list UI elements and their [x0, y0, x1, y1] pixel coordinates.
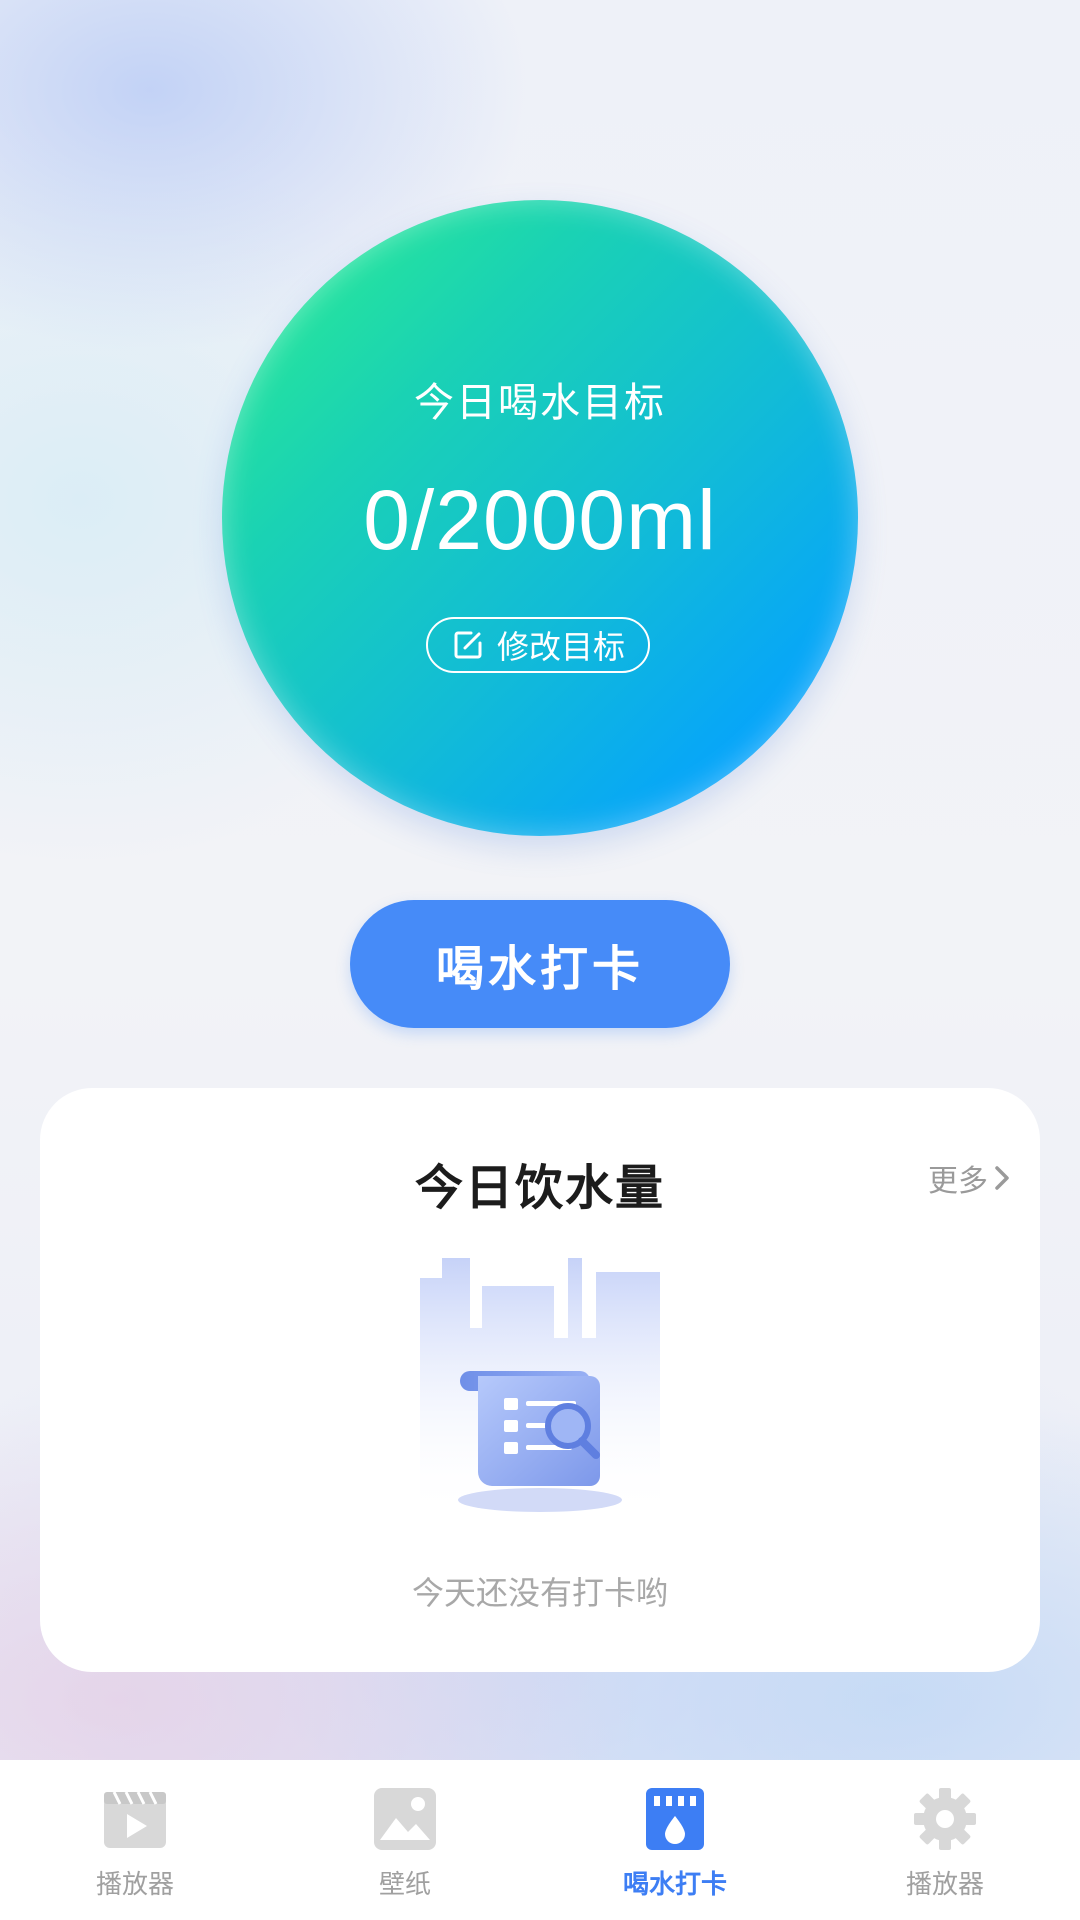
goal-title: 今日喝水目标: [414, 380, 666, 426]
drink-checkin-button[interactable]: 喝水打卡: [350, 900, 730, 1028]
nav-item-wallpaper[interactable]: 壁纸: [270, 1760, 540, 1920]
nav-label: 壁纸: [378, 1870, 431, 1900]
edit-icon: [454, 631, 482, 659]
film-play-icon: [104, 1791, 166, 1848]
chevron-right-icon: [995, 1166, 1009, 1190]
edit-goal-button[interactable]: 修改目标: [426, 617, 650, 673]
empty-records-illustration: [420, 1258, 660, 1518]
edit-goal-label: 修改目标: [496, 628, 625, 666]
more-link[interactable]: 更多: [928, 1156, 1010, 1200]
card-title: 今日饮水量: [414, 1160, 665, 1216]
nav-item-player[interactable]: 播放器: [0, 1760, 270, 1920]
goal-progress-value: 0/2000ml: [363, 473, 717, 567]
water-checkin-icon: [646, 1788, 704, 1850]
nav-label: 播放器: [95, 1870, 174, 1900]
empty-state-text: 今天还没有打卡哟: [411, 1574, 668, 1612]
nav-item-water-checkin[interactable]: 喝水打卡: [540, 1760, 810, 1920]
bottom-navigation: 播放器 壁纸 喝水打卡 播放器: [0, 1760, 1080, 1920]
nav-item-settings[interactable]: 播放器: [810, 1760, 1080, 1920]
today-intake-card: 今日饮水量 更多 今天还没有打卡哟: [40, 1088, 1040, 1672]
water-goal-circle: 今日喝水目标 0/2000ml 修改目标: [222, 200, 858, 836]
more-label: 更多: [928, 1164, 988, 1199]
image-icon: [374, 1788, 436, 1850]
nav-label: 播放器: [905, 1870, 984, 1900]
gear-icon: [914, 1788, 976, 1850]
nav-label: 喝水打卡: [622, 1870, 727, 1900]
